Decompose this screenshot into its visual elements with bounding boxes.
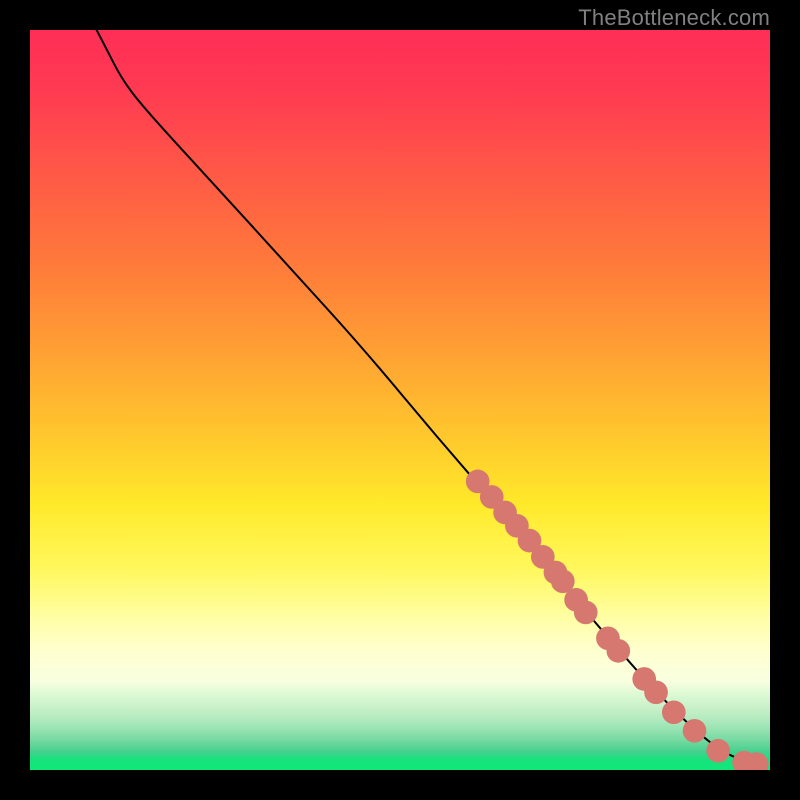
data-point <box>662 700 686 724</box>
data-layer <box>30 30 770 770</box>
data-points-group <box>466 470 769 770</box>
watermark-text: TheBottleneck.com <box>578 5 770 31</box>
data-point <box>683 719 707 743</box>
chart-stage: TheBottleneck.com <box>0 0 800 800</box>
bottleneck-curve <box>97 30 756 764</box>
data-point <box>644 680 668 704</box>
plot-area <box>30 30 770 770</box>
data-point <box>706 739 730 763</box>
data-point <box>574 601 598 625</box>
data-point <box>606 639 630 663</box>
